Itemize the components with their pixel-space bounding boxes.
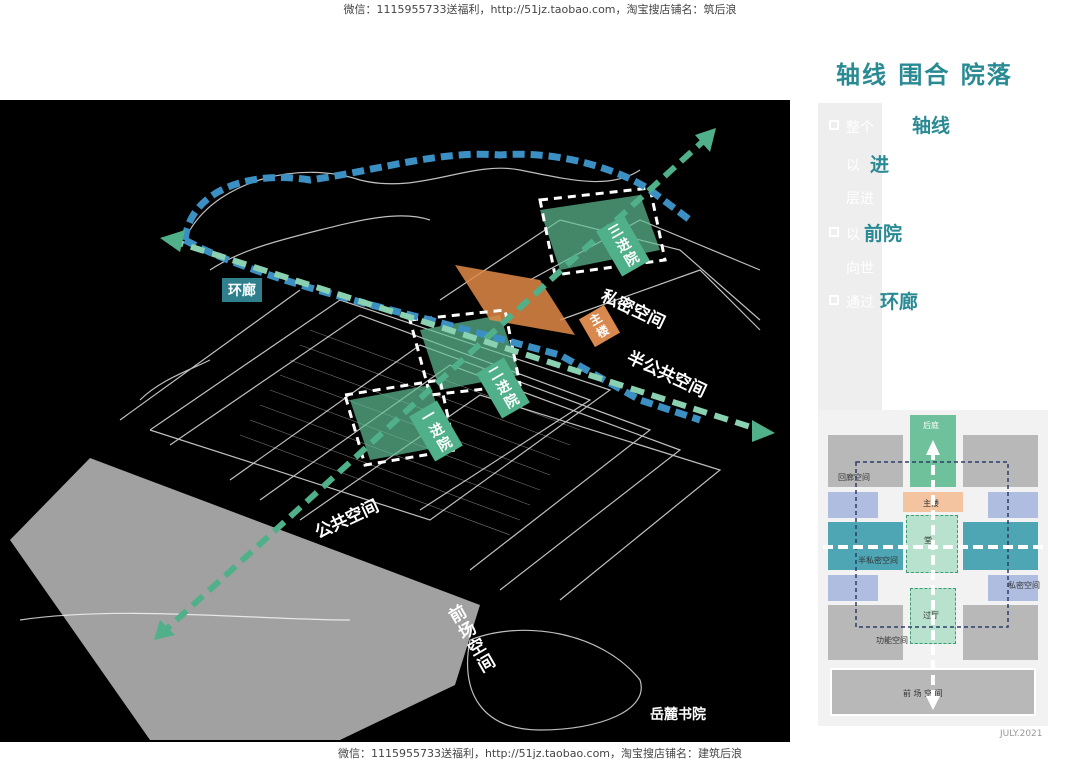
keyword-front-court: 前院 <box>864 223 903 245</box>
ghost-text-4: 以 <box>846 227 860 243</box>
cross-arrow-left <box>160 230 185 252</box>
date-label: JULY.2021 <box>1000 729 1043 739</box>
watermark-bottom: 微信：1115955733送福利，http://51jz.taobao.com，… <box>337 747 743 760</box>
place-name: 岳麓书院 <box>650 707 706 723</box>
axonometric-diagram: 环廊 三进院 私密空间 主楼 二进院 半公共空间 一进院 公共空间 前场空间 岳… <box>0 100 790 742</box>
keyword-axis: 轴线 <box>912 115 951 137</box>
watermark-top: 微信：1115955733送福利，http://51jz.taobao.com，… <box>343 3 737 16</box>
keyword-corridor: 环廊 <box>880 291 919 313</box>
label-huanlang: 环廊 <box>222 278 262 302</box>
cross-arrow-right <box>752 420 775 442</box>
page-title: 轴线 围合 院落 <box>836 61 1013 89</box>
bullet-2 <box>829 227 839 237</box>
bullet-3 <box>829 295 839 305</box>
ghost-text-3: 层进 <box>846 191 874 207</box>
axis-arrow-top <box>695 128 716 152</box>
diagram-drawing <box>10 128 775 740</box>
keyword-progress: 进 <box>870 154 890 176</box>
plan-arrows <box>823 440 1043 710</box>
ghost-text-6: 通过 <box>846 295 874 311</box>
bullet-1 <box>829 120 839 130</box>
ghost-text-5: 向世 <box>846 261 874 277</box>
ghost-text-1: 整个 <box>846 120 874 136</box>
ghost-text-2: 以 <box>846 158 860 174</box>
front-square-area <box>10 458 480 740</box>
schematic-plan: 后庭 主楼 半私密空间 堂 私密空间 过厅 功能空间 回廊空间 前 场 空 间 <box>818 410 1048 726</box>
